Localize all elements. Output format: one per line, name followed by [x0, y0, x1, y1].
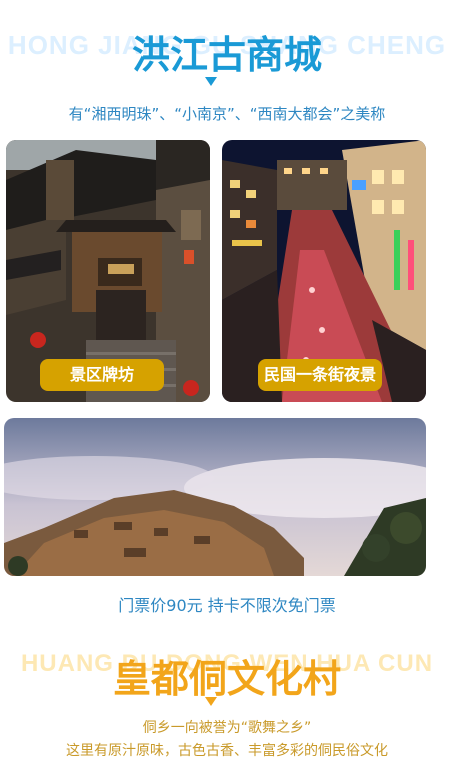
section2-description-line2: 这里有原汁原味，古色古香、丰富多彩的侗民俗文化 — [66, 743, 388, 759]
chevron-down-icon — [205, 77, 217, 86]
photo-label-scenic-arch: 景区牌坊 — [40, 359, 164, 391]
section1-title: 洪江古商城 — [131, 33, 322, 77]
section1-subtitle: 有“湘西明珠”、“小南京”、“西南大都会”之美称 — [68, 105, 386, 123]
photo-label-night-street: 民国一条街夜景 — [258, 359, 382, 391]
photo-misty-town — [4, 418, 426, 576]
ticket-price-text: 门票价90元 持卡不限次免门票 — [118, 596, 336, 615]
chevron-down-icon-2 — [205, 697, 217, 706]
section2-description-line1: 侗乡一向被誉为“歌舞之乡” — [142, 720, 312, 736]
section2-title: 皇都侗文化村 — [112, 657, 341, 701]
